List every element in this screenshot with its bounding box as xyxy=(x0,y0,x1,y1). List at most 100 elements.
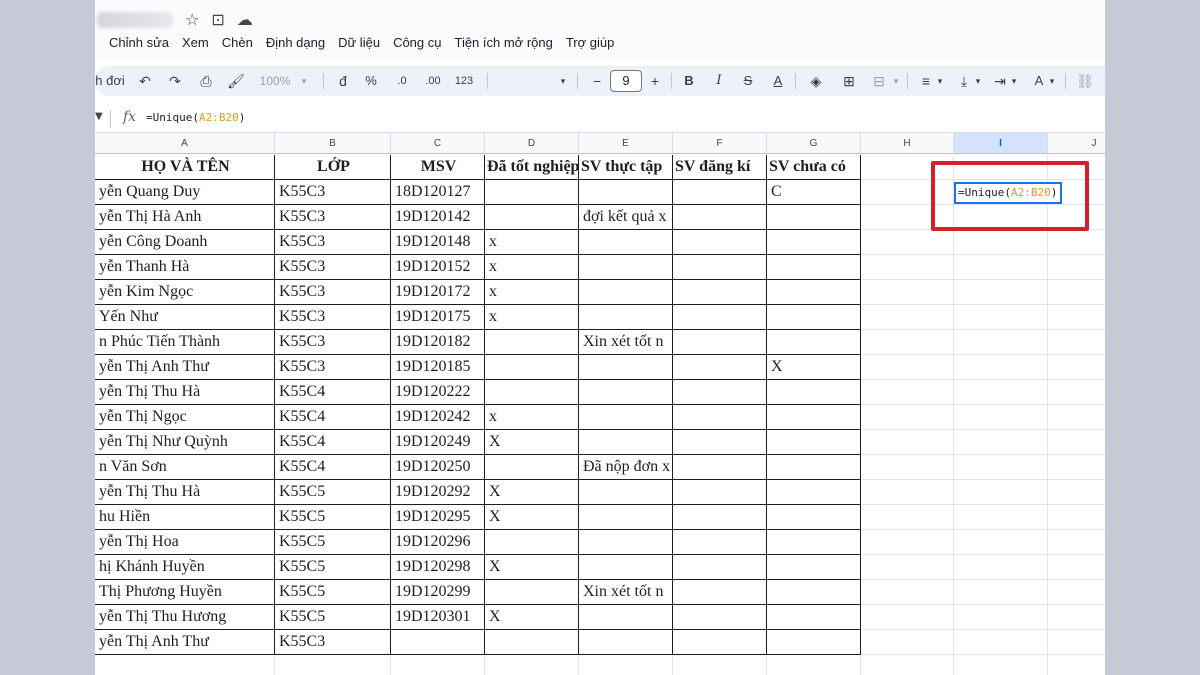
table-cell[interactable] xyxy=(485,455,579,480)
table-cell[interactable]: K55C5 xyxy=(275,555,391,580)
table-cell[interactable] xyxy=(767,280,861,305)
table-cell[interactable]: K55C3 xyxy=(275,230,391,255)
mode-label[interactable]: h đơi xyxy=(95,66,125,96)
table-cell[interactable] xyxy=(95,655,275,675)
table-cell[interactable] xyxy=(485,355,579,380)
table-cell[interactable]: K55C3 xyxy=(275,630,391,655)
table-cell[interactable] xyxy=(954,330,1048,355)
table-cell[interactable]: 19D120175 xyxy=(391,305,485,330)
table-cell[interactable] xyxy=(767,305,861,330)
table-cell[interactable] xyxy=(275,655,391,675)
table-cell[interactable] xyxy=(673,655,767,675)
header-cell[interactable]: MSV xyxy=(391,155,485,180)
menu-data[interactable]: Dữ liệu xyxy=(338,35,380,50)
table-cell[interactable] xyxy=(954,530,1048,555)
table-cell[interactable] xyxy=(673,380,767,405)
merge-chevron-down-icon[interactable]: ▾ xyxy=(890,66,902,96)
table-cell[interactable] xyxy=(861,505,954,530)
align-chevron-down-icon[interactable]: ▾ xyxy=(935,66,945,96)
font-chevron-down-icon[interactable]: ▾ xyxy=(557,66,569,96)
table-cell[interactable] xyxy=(485,330,579,355)
table-cell[interactable] xyxy=(1048,280,1105,305)
table-cell[interactable]: 19D120292 xyxy=(391,480,485,505)
table-cell[interactable] xyxy=(1048,430,1105,455)
table-cell[interactable]: Xin xét tốt n xyxy=(579,330,673,355)
table-cell[interactable] xyxy=(767,480,861,505)
document-title[interactable] xyxy=(97,12,173,28)
table-cell[interactable] xyxy=(1048,530,1105,555)
column-header-i[interactable]: I xyxy=(954,133,1048,154)
table-cell[interactable] xyxy=(767,530,861,555)
table-cell[interactable] xyxy=(954,305,1048,330)
table-cell[interactable] xyxy=(579,505,673,530)
insert-link-icon[interactable]: ⛓ xyxy=(1075,66,1095,96)
table-cell[interactable] xyxy=(1048,305,1105,330)
font-size-increase-button[interactable]: + xyxy=(647,66,663,96)
table-cell[interactable]: K55C3 xyxy=(275,355,391,380)
table-cell[interactable] xyxy=(579,430,673,455)
percent-button[interactable]: % xyxy=(363,66,379,96)
column-header-d[interactable]: D xyxy=(485,133,579,154)
table-cell[interactable] xyxy=(579,305,673,330)
table-cell[interactable] xyxy=(1048,480,1105,505)
font-size-input[interactable]: 9 xyxy=(610,70,642,92)
header-cell[interactable]: SV chưa có xyxy=(767,155,861,180)
table-cell[interactable]: yễn Thanh Hà xyxy=(95,255,275,280)
table-cell[interactable]: 19D120222 xyxy=(391,380,485,405)
table-cell[interactable]: hu Hiền xyxy=(95,505,275,530)
table-cell[interactable]: 19D120249 xyxy=(391,430,485,455)
table-cell[interactable]: K55C3 xyxy=(275,330,391,355)
borders-icon[interactable]: ⊞ xyxy=(840,66,858,96)
horizontal-align-icon[interactable]: ≡ xyxy=(917,66,935,96)
print-icon[interactable]: ⎙ xyxy=(195,66,217,96)
table-cell[interactable] xyxy=(767,330,861,355)
table-cell[interactable]: yễn Quang Duy xyxy=(95,180,275,205)
table-cell[interactable] xyxy=(1048,455,1105,480)
table-cell[interactable]: yễn Thị Thu Hương xyxy=(95,605,275,630)
table-cell[interactable]: x xyxy=(485,305,579,330)
table-cell[interactable] xyxy=(673,455,767,480)
table-cell[interactable] xyxy=(1048,605,1105,630)
table-cell[interactable]: yễn Thị Hoa xyxy=(95,530,275,555)
table-cell[interactable] xyxy=(673,330,767,355)
currency-button[interactable]: đ xyxy=(335,66,351,96)
table-cell[interactable] xyxy=(861,280,954,305)
table-cell[interactable]: yễn Kim Ngọc xyxy=(95,280,275,305)
table-cell[interactable]: K55C5 xyxy=(275,480,391,505)
table-cell[interactable]: n Phúc Tiến Thành xyxy=(95,330,275,355)
table-cell[interactable]: 19D120185 xyxy=(391,355,485,380)
table-cell[interactable] xyxy=(767,630,861,655)
table-cell[interactable] xyxy=(861,355,954,380)
table-cell[interactable]: 19D120142 xyxy=(391,205,485,230)
fill-color-icon[interactable]: ◈ xyxy=(807,66,825,96)
table-cell[interactable]: yễn Thị Anh Thư xyxy=(95,355,275,380)
table-cell[interactable] xyxy=(391,630,485,655)
table-cell[interactable] xyxy=(673,480,767,505)
table-cell[interactable] xyxy=(485,655,579,675)
paint-format-icon[interactable]: 🖌 xyxy=(225,66,247,96)
name-box-chevron-down-icon[interactable]: ▼ xyxy=(95,111,103,122)
table-cell[interactable] xyxy=(1048,630,1105,655)
star-icon[interactable]: ☆ xyxy=(185,10,199,30)
header-cell[interactable]: Đã tốt nghiệp xyxy=(485,155,579,180)
table-cell[interactable] xyxy=(954,355,1048,380)
header-cell[interactable]: HỌ VÀ TÊN xyxy=(95,155,275,180)
table-cell[interactable] xyxy=(767,255,861,280)
table-cell[interactable]: yễn Thị Thu Hà xyxy=(95,380,275,405)
table-cell[interactable]: x xyxy=(485,255,579,280)
chevron-down-icon[interactable]: ▾ xyxy=(298,66,310,96)
table-cell[interactable]: yễn Thị Thu Hà xyxy=(95,480,275,505)
table-cell[interactable]: n Văn Sơn xyxy=(95,455,275,480)
table-cell[interactable] xyxy=(579,480,673,505)
table-cell[interactable] xyxy=(767,230,861,255)
table-cell[interactable] xyxy=(485,630,579,655)
table-cell[interactable] xyxy=(954,480,1048,505)
table-cell[interactable] xyxy=(673,605,767,630)
table-cell[interactable] xyxy=(861,255,954,280)
table-cell[interactable] xyxy=(861,455,954,480)
table-cell[interactable] xyxy=(861,430,954,455)
italic-button[interactable]: I xyxy=(711,66,727,96)
table-cell[interactable] xyxy=(954,380,1048,405)
table-cell[interactable] xyxy=(954,230,1048,255)
table-cell[interactable]: K55C5 xyxy=(275,530,391,555)
